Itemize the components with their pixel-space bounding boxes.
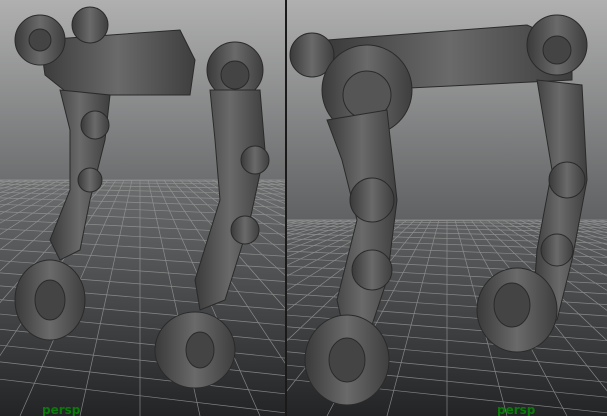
scene-left xyxy=(0,0,285,416)
maya-viewport-panel: persp persp xyxy=(0,0,607,416)
camera-label: persp xyxy=(497,403,536,416)
viewport-left[interactable]: persp xyxy=(0,0,285,416)
camera-label: persp xyxy=(42,403,81,416)
viewport-right[interactable]: persp xyxy=(287,0,607,416)
scene-right xyxy=(287,0,607,416)
